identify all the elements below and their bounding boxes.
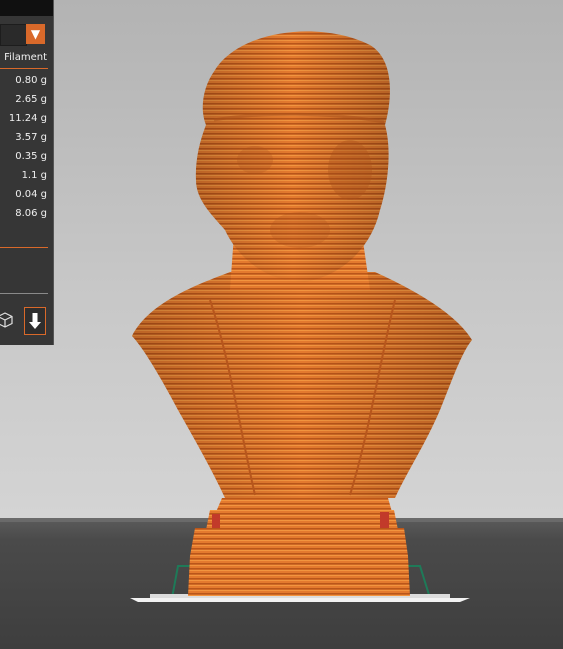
list-item: 2.65 g	[15, 94, 47, 105]
section-divider	[0, 293, 48, 294]
chevron-down-icon[interactable]: ▼	[26, 24, 45, 44]
list-item: 1.1 g	[21, 170, 47, 181]
cube-outline-icon[interactable]	[0, 307, 14, 333]
header-divider	[0, 68, 48, 69]
list-item: 0.80 g	[15, 75, 47, 86]
list-item: 8.06 g	[15, 208, 47, 219]
panel-top-bar	[0, 0, 53, 16]
list-item: 0.04 g	[15, 189, 47, 200]
list-item: 0.35 g	[15, 151, 47, 162]
stats-panel: ▼ Filament 0.80 g 2.65 g 11.24 g 3.57 g …	[0, 0, 54, 345]
list-item: 11.24 g	[8, 113, 47, 124]
filament-column-header: Filament	[4, 52, 47, 63]
model-preview[interactable]	[0, 0, 563, 649]
model-base	[188, 498, 410, 596]
model-head	[195, 31, 390, 283]
filament-usage-list: 0.80 g 2.65 g 11.24 g 3.57 g 0.35 g 1.1 …	[0, 71, 50, 223]
section-divider	[0, 247, 48, 248]
list-item: 3.57 g	[15, 132, 47, 143]
view-type-select[interactable]	[0, 24, 27, 46]
export-down-icon[interactable]	[24, 307, 46, 335]
model-torso	[132, 272, 472, 498]
